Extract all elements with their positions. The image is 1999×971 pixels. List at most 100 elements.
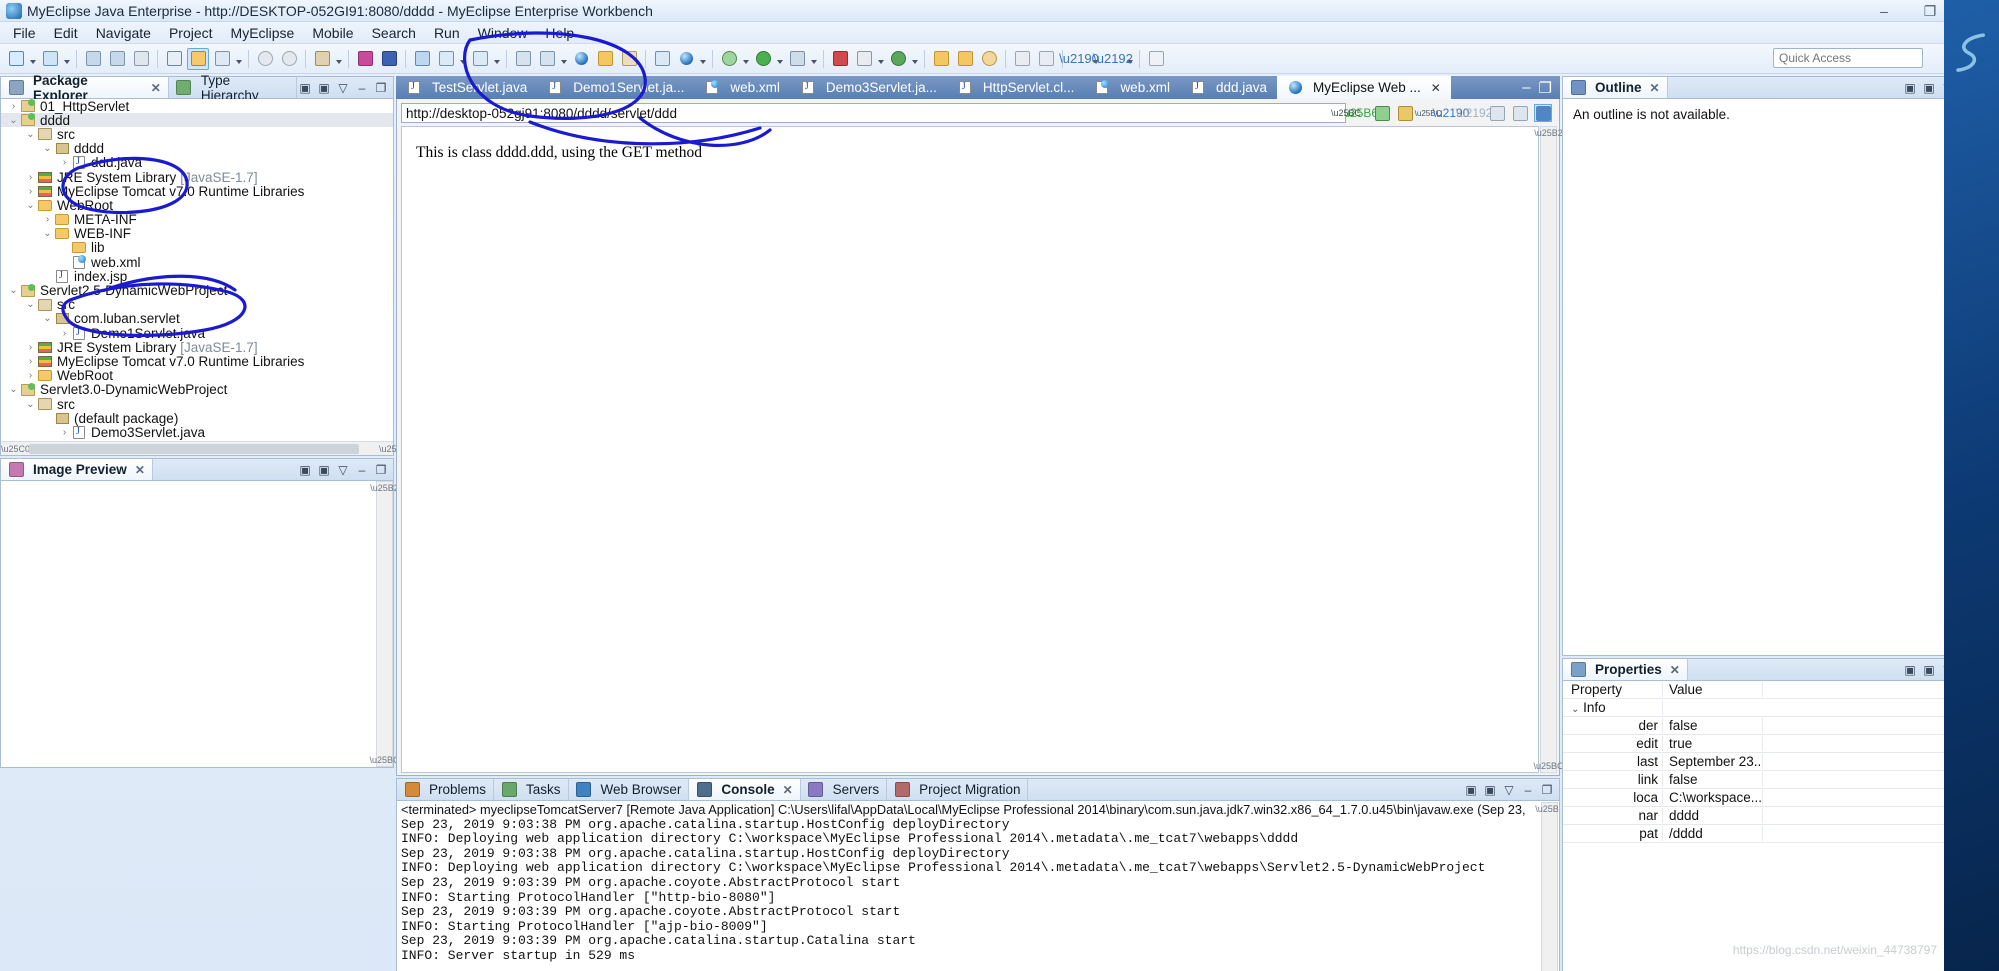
tree-item-lib[interactable]: lib xyxy=(1,240,393,255)
run-server-icon[interactable] xyxy=(187,47,209,70)
editor-tab-demo3servlet-ja-[interactable]: Demo3Servlet.ja... xyxy=(790,76,947,99)
properties-row[interactable]: loca C:\workspace... xyxy=(1563,789,1998,807)
browser-debug-icon[interactable] xyxy=(1373,104,1391,122)
tree-item-src[interactable]: ⌄ src xyxy=(1,297,393,312)
open-folder2-icon[interactable] xyxy=(930,48,952,70)
tree-item-com-luban-servlet[interactable]: ⌄ com.luban.servlet xyxy=(1,311,393,326)
previous-annotation-icon[interactable] xyxy=(1035,48,1057,70)
scroll-up-icon[interactable]: \u25B2 xyxy=(1535,803,1559,815)
tree-item-01-httpservlet[interactable]: › 01_HttpServlet xyxy=(1,99,393,114)
menu-item-mobile[interactable]: Mobile xyxy=(303,23,362,43)
open-type-icon[interactable] xyxy=(354,48,376,70)
open-folder-icon[interactable] xyxy=(594,48,616,70)
menu-item-edit[interactable]: Edit xyxy=(45,23,87,43)
properties-row[interactable]: der false xyxy=(1563,717,1998,735)
chevron-right-icon[interactable]: › xyxy=(24,172,37,183)
editor-tab-testservlet-java[interactable]: TestServlet.java xyxy=(396,76,537,99)
minimize-icon[interactable]: – xyxy=(1520,782,1536,798)
scroll-down-icon[interactable]: \u25BC xyxy=(1533,760,1563,772)
pin-editor-icon[interactable] xyxy=(1145,48,1167,70)
save-all-icon[interactable] xyxy=(106,48,128,70)
new-xml-icon[interactable] xyxy=(435,48,457,70)
console-vscrollbar[interactable]: \u25B2 \u25BC xyxy=(1535,802,1559,971)
chevron-down-icon[interactable]: ⌄ xyxy=(7,384,20,395)
redo-icon[interactable] xyxy=(278,48,300,70)
tree-item-src[interactable]: ⌄ src xyxy=(1,127,393,142)
menu-item-window[interactable]: Window xyxy=(469,23,537,43)
tree-item-web-xml[interactable]: web.xml xyxy=(1,254,393,270)
chevron-right-icon[interactable]: › xyxy=(24,342,37,353)
properties-row[interactable]: edit true xyxy=(1563,735,1998,753)
chevron-down-icon[interactable]: ⌄ xyxy=(41,143,54,154)
minimize-button[interactable]: – xyxy=(1861,0,1907,22)
tree-item--default-package-[interactable]: (default package) xyxy=(1,411,393,426)
run-icon[interactable] xyxy=(752,48,774,70)
menu-item-run[interactable]: Run xyxy=(425,23,469,43)
web20-icon[interactable] xyxy=(411,48,433,70)
menu-item-navigate[interactable]: Navigate xyxy=(87,23,160,43)
tree-item-servlet3-0-dynamicwebproject[interactable]: ⌄ Servlet3.0-DynamicWebProject xyxy=(1,382,393,397)
close-icon[interactable]: ✕ xyxy=(1650,81,1660,95)
close-icon[interactable]: ✕ xyxy=(1431,81,1441,95)
tree-item-webroot[interactable]: › WebRoot xyxy=(1,368,393,383)
browser-refresh-icon[interactable] xyxy=(1511,104,1529,122)
close-icon[interactable]: ✕ xyxy=(783,783,793,797)
scroll-up-icon[interactable]: \u25B2 xyxy=(1534,127,1563,139)
package-explorer-tab-type-hierarchy[interactable]: Type Hierarchy xyxy=(169,73,297,103)
console-tab-console[interactable]: Console ✕ xyxy=(689,779,801,800)
console-output[interactable]: \u25B2 \u25BC <terminated> myeclipseTomc… xyxy=(397,801,1559,971)
tree-item-jre-system-library[interactable]: › JRE System Library[JavaSE-1.7] xyxy=(1,340,393,355)
tree-item-index-jsp[interactable]: index.jsp xyxy=(1,269,393,284)
scroll-left-icon[interactable]: \u25C0 xyxy=(1,444,30,454)
print-icon[interactable] xyxy=(130,48,152,70)
editor-minimize-button[interactable]: – xyxy=(1522,79,1530,96)
build-dropdown-icon[interactable] xyxy=(234,48,244,70)
collapse-all-icon[interactable]: ▣ xyxy=(1902,662,1918,678)
chevron-right-icon[interactable]: › xyxy=(58,427,71,438)
tree-item-servlet2-5-dynamicwebproject[interactable]: ⌄ Servlet2.5-DynamicWebProject xyxy=(1,283,393,298)
close-icon[interactable]: ✕ xyxy=(1670,663,1680,677)
chevron-right-icon[interactable]: › xyxy=(41,214,54,225)
outline-tab-outline[interactable]: Outline ✕ xyxy=(1563,77,1668,98)
new-project-icon[interactable] xyxy=(39,48,61,70)
external-tools-icon[interactable] xyxy=(786,48,808,70)
menu-item-project[interactable]: Project xyxy=(160,23,222,43)
build-icon[interactable] xyxy=(211,48,233,70)
debug-icon[interactable] xyxy=(718,48,740,70)
chevron-right-icon[interactable]: › xyxy=(24,370,37,381)
tree-item-meta-inf[interactable]: › META-INF xyxy=(1,212,393,227)
tree-item-dddd[interactable]: ⌄ dddd xyxy=(1,141,393,156)
tree-item-webroot[interactable]: ⌄ WebRoot xyxy=(1,198,393,213)
editor-tab-web-xml[interactable]: web.xml xyxy=(1084,76,1180,99)
open-resource-icon[interactable] xyxy=(378,48,400,70)
browser-tools-icon[interactable] xyxy=(1396,104,1414,122)
package-explorer-tree[interactable]: ›01_HttpServlet⌄dddd⌄src⌄dddd›ddd.java›J… xyxy=(1,99,393,441)
url-history-dropdown-icon[interactable]: \u25BC xyxy=(1331,108,1361,118)
new-java-dropdown-icon[interactable] xyxy=(334,48,344,70)
chevron-down-icon[interactable]: ⌄ xyxy=(7,115,20,126)
browser-forward-icon[interactable]: \u2192 xyxy=(1456,104,1493,122)
quick-access-input[interactable] xyxy=(1773,48,1923,68)
scroll-down-icon[interactable]: \u25BC xyxy=(369,754,399,766)
new-project-dropdown-icon[interactable] xyxy=(62,48,72,70)
menu-item-file[interactable]: File xyxy=(4,23,45,43)
forward-icon[interactable]: \u2192 xyxy=(1093,48,1133,70)
package-explorer-tab-package-explorer[interactable]: Package Explorer ✕ xyxy=(1,73,169,103)
maximize-icon[interactable]: ❐ xyxy=(1539,782,1555,798)
properties-group-row[interactable]: ⌄ Info xyxy=(1563,699,1998,717)
link-with-editor-icon[interactable]: ▣ xyxy=(1921,80,1937,96)
minimize-icon[interactable]: – xyxy=(354,80,370,96)
minimize-icon[interactable]: – xyxy=(354,462,370,478)
tree-item-myeclipse-tomcat-v7-0-runtime-libraries[interactable]: › MyEclipse Tomcat v7.0 Runtime Libraries xyxy=(1,354,393,369)
browser-icon[interactable] xyxy=(570,48,592,70)
tree-item-jre-system-library[interactable]: › JRE System Library[JavaSE-1.7] xyxy=(1,170,393,185)
report-icon[interactable] xyxy=(651,48,673,70)
scroll-right-icon[interactable]: \u25B6 xyxy=(379,444,408,454)
tree-item-demo3servlet-java[interactable]: › Demo3Servlet.java xyxy=(1,425,393,440)
editor-maximize-button[interactable]: ❐ xyxy=(1539,79,1552,97)
search-icon[interactable] xyxy=(978,48,1000,70)
view-menu-icon[interactable]: ▽ xyxy=(1501,782,1517,798)
editor-tab-ddd-java[interactable]: ddd.java xyxy=(1180,76,1277,99)
tree-item-myeclipse-tomcat-v7-0-runtime-libraries[interactable]: › MyEclipse Tomcat v7.0 Runtime Libraries xyxy=(1,184,393,199)
open-folder3-icon[interactable] xyxy=(954,48,976,70)
